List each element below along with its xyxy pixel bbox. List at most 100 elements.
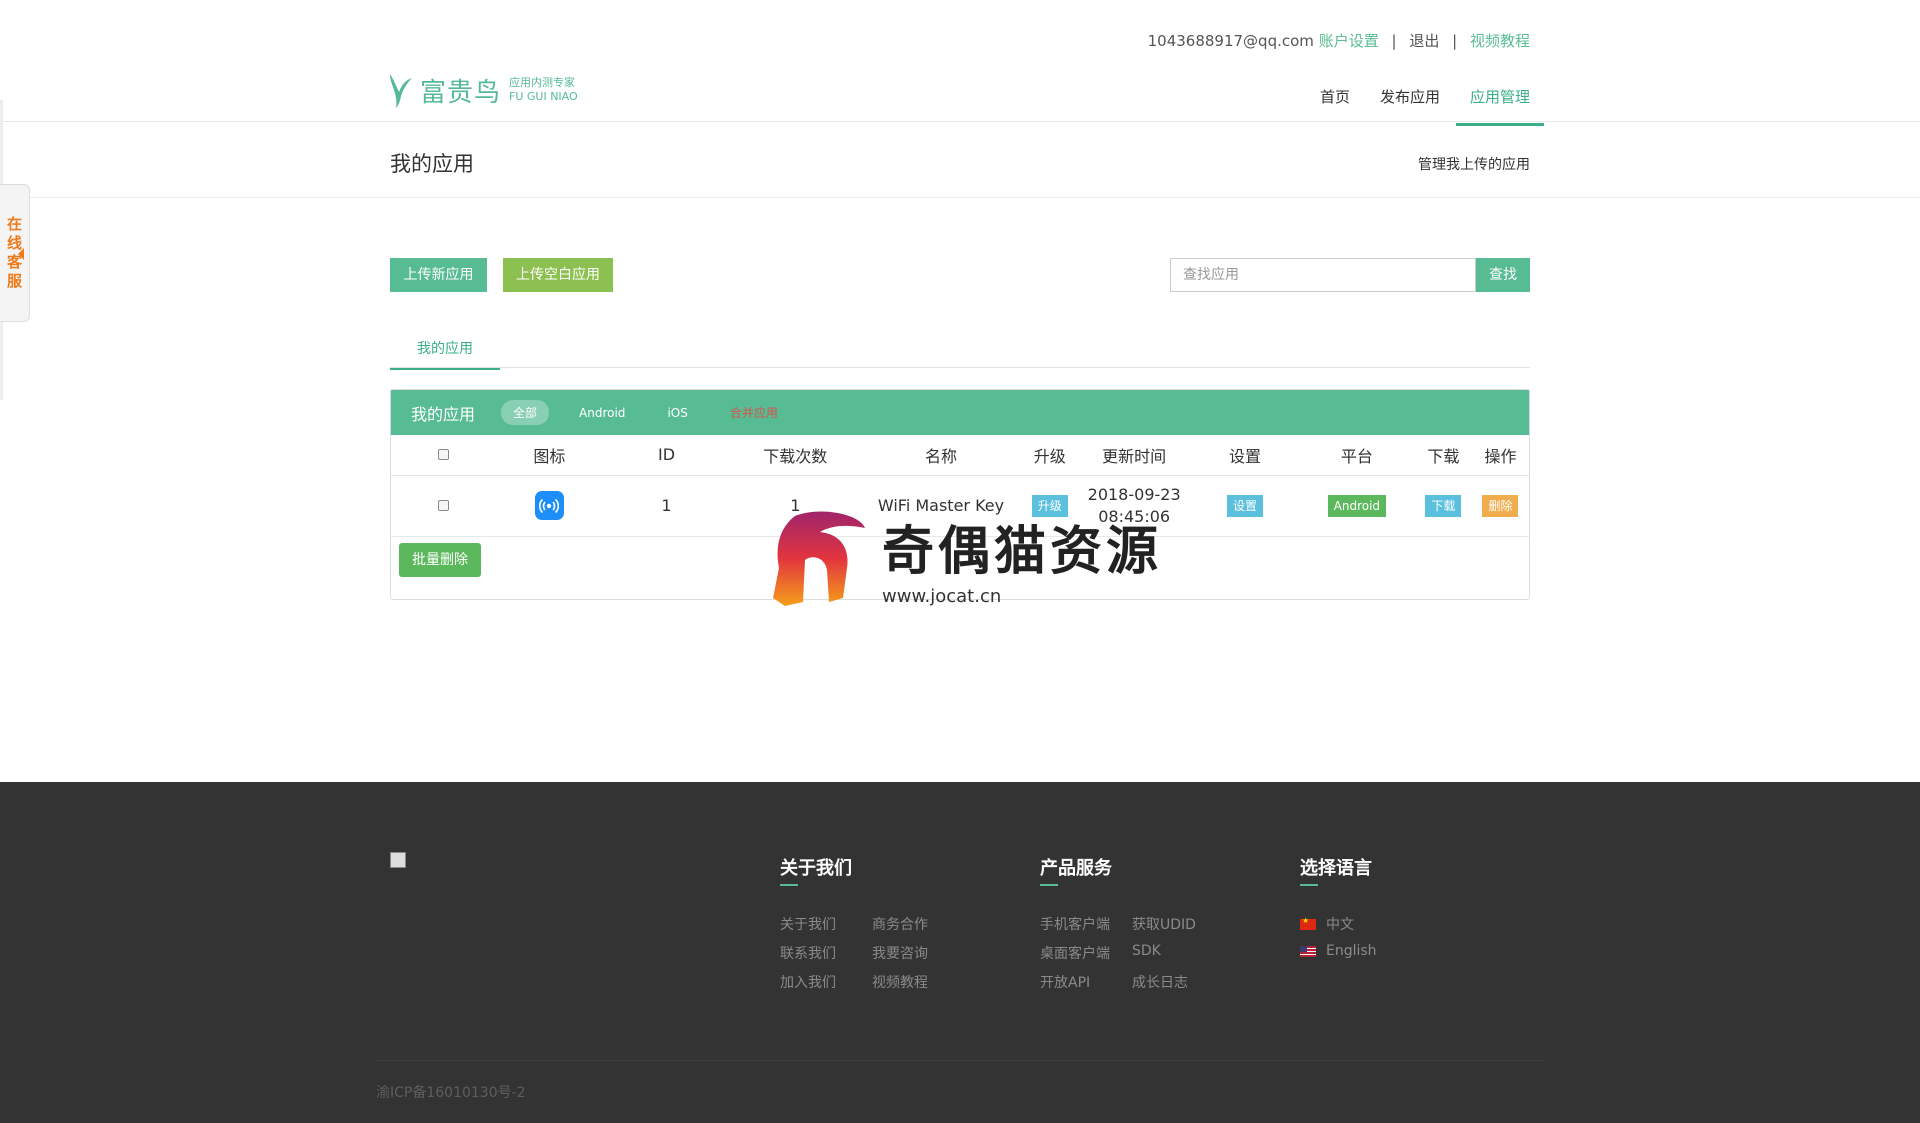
account-bar: 1043688917@qq.com 账户设置 | 退出 | 视频教程 bbox=[1148, 30, 1530, 51]
watermark: 奇偶猫资源 www.jocat.cn bbox=[765, 508, 1162, 608]
upload-blank-app-button[interactable]: 上传空白应用 bbox=[503, 258, 613, 292]
footer-link[interactable]: 获取UDID bbox=[1132, 914, 1224, 934]
platform-cell: Android bbox=[1298, 475, 1415, 537]
account-settings-link[interactable]: 账户设置 bbox=[1319, 32, 1379, 50]
logout-link[interactable]: 退出 bbox=[1409, 32, 1439, 50]
icp-license[interactable]: 渝ICP备16010130号-2 bbox=[376, 1082, 526, 1102]
col-platform: 平台 bbox=[1298, 435, 1415, 476]
select-all-checkbox[interactable] bbox=[438, 449, 450, 461]
spartan-helmet-logo-icon bbox=[773, 511, 865, 606]
footer-link[interactable]: 关于我们 bbox=[780, 914, 872, 934]
page: 1043688917@qq.com 账户设置 | 退出 | 视频教程 富贵鸟 应… bbox=[0, 0, 1920, 1123]
heading-underline bbox=[1040, 884, 1058, 886]
footer-link[interactable]: 我要咨询 bbox=[872, 943, 964, 963]
icon-cell bbox=[496, 475, 603, 537]
china-flag-icon bbox=[1300, 916, 1316, 930]
row-checkbox[interactable] bbox=[438, 500, 450, 511]
footer-link[interactable]: 开放API bbox=[1040, 972, 1132, 992]
footer-link[interactable]: 手机客户端 bbox=[1040, 914, 1132, 934]
bird-logo-icon bbox=[390, 74, 412, 108]
filter-android[interactable]: Android bbox=[567, 402, 637, 424]
filter-merged[interactable]: 合并应用 bbox=[718, 400, 790, 425]
watermark-title: 奇偶猫资源 bbox=[882, 522, 1163, 582]
settings-cell: 设置 bbox=[1191, 475, 1299, 537]
select-all-cell bbox=[391, 435, 497, 476]
lang-option-chinese[interactable]: 中文 bbox=[1300, 914, 1377, 934]
footer-products-title: 产品服务 bbox=[1040, 858, 1112, 879]
lang-label: 中文 bbox=[1326, 917, 1354, 933]
col-downloads: 下载次数 bbox=[730, 435, 860, 476]
footer-about-links: 关于我们 商务合作 联系我们 我要咨询 加入我们 视频教程 bbox=[780, 914, 964, 992]
filter-all[interactable]: 全部 bbox=[501, 400, 550, 425]
footer-about: 关于我们 关于我们 商务合作 联系我们 我要咨询 加入我们 视频教程 bbox=[780, 854, 964, 992]
search-button[interactable]: 查找 bbox=[1476, 258, 1530, 292]
service-char: 服 bbox=[6, 272, 22, 290]
search-input[interactable] bbox=[1170, 258, 1476, 292]
footer-link[interactable]: 成长日志 bbox=[1132, 972, 1224, 992]
logo-tagline-cn: 应用内测专家 bbox=[509, 76, 576, 89]
delete-button[interactable]: 删除 bbox=[1482, 494, 1519, 517]
upload-new-app-button[interactable]: 上传新应用 bbox=[390, 258, 487, 292]
page-description: 管理我上传的应用 bbox=[1418, 157, 1530, 173]
footer-language-title: 选择语言 bbox=[1300, 858, 1372, 879]
footer-link[interactable]: 桌面客户端 bbox=[1040, 943, 1132, 963]
nav-app-manage[interactable]: 应用管理 bbox=[1455, 76, 1544, 126]
tab-bar: 我的应用 bbox=[390, 336, 1530, 370]
updated-date: 2018-09-23 bbox=[1087, 484, 1181, 504]
footer-link[interactable]: 加入我们 bbox=[780, 972, 872, 992]
footer-about-title: 关于我们 bbox=[780, 858, 852, 879]
row-select-cell bbox=[391, 475, 497, 537]
footer-language: 选择语言 中文 English bbox=[1300, 854, 1377, 968]
site-logo[interactable]: 富贵鸟 应用内测专家 FU GUI NIAO bbox=[386, 70, 578, 110]
download-cell: 下载 bbox=[1414, 475, 1472, 537]
heading-underline bbox=[780, 884, 798, 886]
footer-link[interactable]: 商务合作 bbox=[872, 914, 964, 934]
col-updated: 更新时间 bbox=[1077, 435, 1192, 476]
batch-delete-button[interactable]: 批量删除 bbox=[399, 543, 481, 577]
col-settings: 设置 bbox=[1191, 435, 1299, 476]
separator: | bbox=[1391, 32, 1397, 50]
separator: | bbox=[1452, 32, 1458, 50]
lang-label: English bbox=[1326, 943, 1377, 959]
account-email: 1043688917@qq.com bbox=[1147, 32, 1314, 50]
page-title: 我的应用 bbox=[390, 152, 474, 176]
watermark-text: 奇偶猫资源 www.jocat.cn bbox=[882, 509, 1162, 607]
footer: 关于我们 关于我们 商务合作 联系我们 我要咨询 加入我们 视频教程 产品服务 … bbox=[0, 782, 1920, 1123]
nav-home[interactable]: 首页 bbox=[1306, 76, 1364, 126]
language-options: 中文 English bbox=[1300, 914, 1377, 959]
heading-underline bbox=[1300, 884, 1318, 886]
video-tutorial-link[interactable]: 视频教程 bbox=[1470, 32, 1530, 50]
us-flag-icon bbox=[1300, 945, 1316, 957]
app-id: 1 bbox=[602, 475, 731, 537]
col-actions: 操作 bbox=[1471, 435, 1529, 476]
header-divider bbox=[0, 121, 1920, 122]
logo-tagline: 应用内测专家 FU GUI NIAO bbox=[509, 76, 578, 104]
watermark-url: www.jocat.cn bbox=[882, 586, 1002, 607]
actions-cell: 删除 bbox=[1471, 475, 1529, 537]
filter-ios[interactable]: iOS bbox=[655, 402, 699, 424]
title-divider bbox=[30, 197, 1920, 198]
col-name: 名称 bbox=[859, 435, 1023, 476]
footer-link[interactable]: 联系我们 bbox=[780, 943, 872, 963]
footer-link[interactable]: 视频教程 bbox=[872, 972, 964, 992]
tab-my-apps[interactable]: 我的应用 bbox=[390, 336, 500, 370]
footer-link[interactable]: SDK bbox=[1132, 943, 1224, 963]
col-id: ID bbox=[602, 435, 731, 476]
wifi-icon bbox=[539, 498, 560, 513]
col-icon: 图标 bbox=[496, 435, 603, 476]
settings-button[interactable]: 设置 bbox=[1226, 494, 1263, 517]
logo-tagline-pinyin: FU GUI NIAO bbox=[509, 90, 578, 103]
footer-product-links: 手机客户端 获取UDID 桌面客户端 SDK 开放API 成长日志 bbox=[1040, 914, 1224, 992]
nav-publish-app[interactable]: 发布应用 bbox=[1366, 76, 1454, 126]
footer-products: 产品服务 手机客户端 获取UDID 桌面客户端 SDK 开放API 成长日志 bbox=[1040, 854, 1224, 992]
footer-divider bbox=[376, 1060, 1544, 1061]
download-button[interactable]: 下载 bbox=[1425, 494, 1462, 517]
service-char: 在 bbox=[6, 215, 22, 233]
lang-option-english[interactable]: English bbox=[1300, 943, 1377, 959]
platform-badge: Android bbox=[1327, 494, 1387, 517]
logo-name: 富贵鸟 bbox=[420, 77, 502, 108]
online-service-tab[interactable]: 在 线 客 服 bbox=[0, 184, 30, 322]
panel-title: 我的应用 bbox=[411, 404, 476, 424]
wifi-app-icon[interactable] bbox=[534, 491, 564, 520]
arrow-left-icon bbox=[18, 248, 24, 260]
